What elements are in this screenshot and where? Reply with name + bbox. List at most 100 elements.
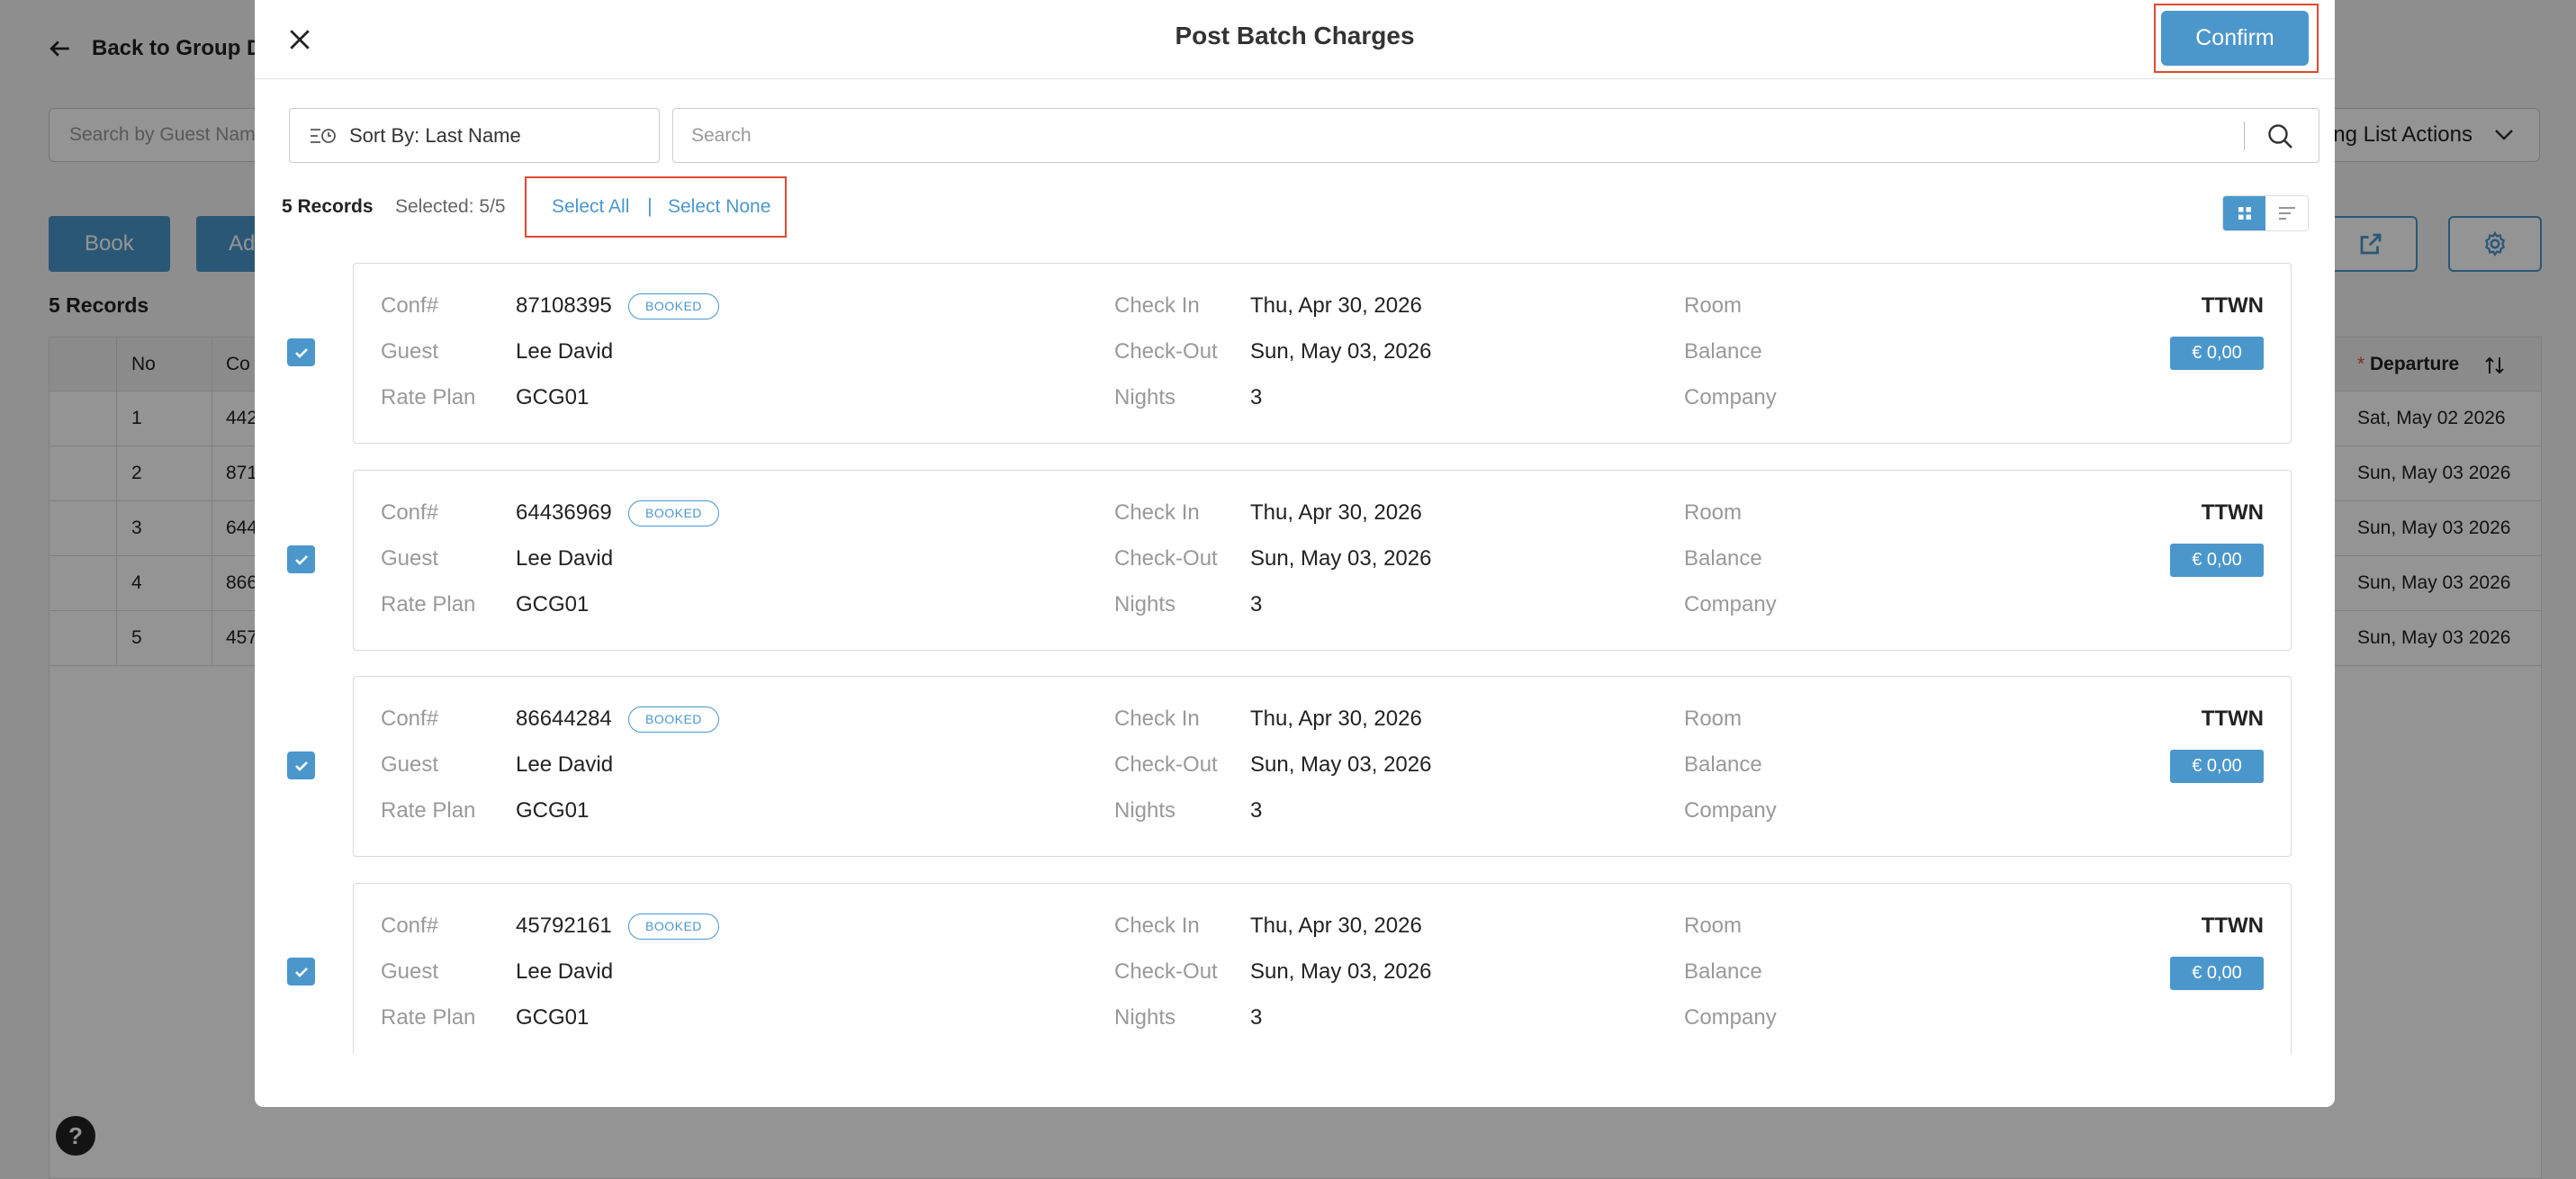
check-in-value: Thu, Apr 30, 2026 <box>1250 706 1422 731</box>
check-out-value: Sun, May 03, 2026 <box>1250 339 1432 364</box>
nights-label: Nights <box>1114 1005 1176 1030</box>
nights-value: 3 <box>1250 798 1263 823</box>
balance-label: Balance <box>1684 339 1762 364</box>
conf-label: Conf# <box>381 706 439 731</box>
search-input[interactable] <box>673 109 2239 162</box>
nights-value: 3 <box>1250 592 1263 616</box>
balance-badge: € 0,00 <box>2170 957 2264 990</box>
check-in-value: Thu, Apr 30, 2026 <box>1250 500 1422 525</box>
sort-label: Sort By: Last Name <box>349 123 521 147</box>
check-in-label: Check In <box>1114 293 1200 318</box>
status-badge: BOOKED <box>628 500 719 526</box>
checkmark-icon <box>294 347 308 358</box>
balance-label: Balance <box>1684 752 1762 777</box>
company-label: Company <box>1684 798 1777 823</box>
check-out-label: Check-Out <box>1114 752 1218 777</box>
reservation-card[interactable]: Conf# 87108395 BOOKED Guest Lee David Ra… <box>353 263 2292 444</box>
balance-label: Balance <box>1684 959 1762 984</box>
nights-value: 3 <box>1250 1005 1263 1030</box>
room-value: TTWN <box>2201 706 2264 731</box>
rate-plan-value: GCG01 <box>516 385 590 410</box>
balance-badge: € 0,00 <box>2170 544 2264 577</box>
guest-label: Guest <box>381 959 439 984</box>
conf-value: 64436969 <box>516 500 612 525</box>
guest-label: Guest <box>381 546 439 571</box>
checkmark-icon <box>294 554 308 565</box>
conf-label: Conf# <box>381 293 439 318</box>
nights-label: Nights <box>1114 592 1176 616</box>
check-in-label: Check In <box>1114 500 1200 525</box>
rate-plan-value: GCG01 <box>516 798 590 823</box>
record-checkbox[interactable] <box>287 752 315 779</box>
room-label: Room <box>1684 706 1743 731</box>
select-none-link[interactable]: Select None <box>668 196 770 218</box>
guest-label: Guest <box>381 339 439 364</box>
room-label: Room <box>1684 500 1743 525</box>
room-label: Room <box>1684 293 1743 318</box>
records-count: 5 Records <box>282 196 374 217</box>
check-in-value: Thu, Apr 30, 2026 <box>1250 914 1422 938</box>
reservation-card[interactable]: Conf# 64436969 BOOKED Guest Lee David Ra… <box>353 470 2292 651</box>
rate-plan-value: GCG01 <box>516 592 590 616</box>
company-label: Company <box>1684 592 1777 616</box>
room-value: TTWN <box>2201 914 2264 938</box>
conf-value: 86644284 <box>516 706 612 731</box>
search-bar <box>672 108 2319 163</box>
rate-plan-value: GCG01 <box>516 1005 590 1030</box>
rate-plan-label: Rate Plan <box>381 798 476 823</box>
guest-value: Lee David <box>516 752 614 777</box>
room-value: TTWN <box>2201 293 2264 318</box>
company-label: Company <box>1684 385 1777 410</box>
reservation-card[interactable]: Conf# 86644284 BOOKED Guest Lee David Ra… <box>353 676 2292 857</box>
search-divider <box>2244 122 2245 150</box>
company-label: Company <box>1684 1005 1777 1030</box>
nights-label: Nights <box>1114 798 1176 823</box>
check-in-label: Check In <box>1114 914 1200 938</box>
selected-count: Selected: 5/5 <box>395 196 506 217</box>
check-out-label: Check-Out <box>1114 339 1218 364</box>
balance-label: Balance <box>1684 546 1762 571</box>
list-view-button[interactable] <box>2265 196 2308 230</box>
rate-plan-label: Rate Plan <box>381 385 476 410</box>
conf-label: Conf# <box>381 500 439 525</box>
check-in-value: Thu, Apr 30, 2026 <box>1250 293 1422 318</box>
post-batch-charges-modal: Post Batch Charges Confirm Sort By: Last… <box>255 0 2335 1107</box>
check-in-label: Check In <box>1114 706 1200 731</box>
confirm-button[interactable]: Confirm <box>2161 11 2309 66</box>
modal-footer-spacer <box>255 1054 2335 1107</box>
grid-view-button[interactable] <box>2223 196 2265 230</box>
sort-dropdown[interactable]: Sort By: Last Name <box>289 108 660 163</box>
record-checkbox[interactable] <box>287 338 315 366</box>
guest-value: Lee David <box>516 959 614 984</box>
reservation-card[interactable]: Conf# 45792161 BOOKED Guest Lee David Ra… <box>353 883 2292 1081</box>
select-all-link[interactable]: Select All <box>552 196 629 218</box>
rate-plan-label: Rate Plan <box>381 592 476 616</box>
conf-value: 45792161 <box>516 914 612 938</box>
check-out-value: Sun, May 03, 2026 <box>1250 959 1432 984</box>
selection-separator: | <box>647 194 653 217</box>
room-label: Room <box>1684 914 1743 938</box>
status-badge: BOOKED <box>628 293 719 320</box>
check-out-value: Sun, May 03, 2026 <box>1250 752 1432 777</box>
guest-value: Lee David <box>516 339 614 364</box>
search-icon[interactable] <box>2266 122 2293 149</box>
guest-label: Guest <box>381 752 439 777</box>
nights-value: 3 <box>1250 385 1263 410</box>
check-out-label: Check-Out <box>1114 959 1218 984</box>
balance-badge: € 0,00 <box>2170 337 2264 370</box>
conf-label: Conf# <box>381 914 439 938</box>
guest-value: Lee David <box>516 546 614 571</box>
status-badge: BOOKED <box>628 706 719 733</box>
record-checkbox[interactable] <box>287 958 315 986</box>
record-checkbox[interactable] <box>287 545 315 573</box>
view-toggle <box>2222 195 2309 231</box>
nights-label: Nights <box>1114 385 1176 410</box>
rate-plan-label: Rate Plan <box>381 1005 476 1030</box>
list-icon <box>2278 207 2295 220</box>
check-out-label: Check-Out <box>1114 546 1218 571</box>
checkmark-icon <box>294 967 308 977</box>
checkmark-icon <box>294 760 308 771</box>
sort-clock-icon <box>311 128 336 143</box>
check-out-value: Sun, May 03, 2026 <box>1250 546 1432 571</box>
grid-icon <box>2238 207 2251 220</box>
